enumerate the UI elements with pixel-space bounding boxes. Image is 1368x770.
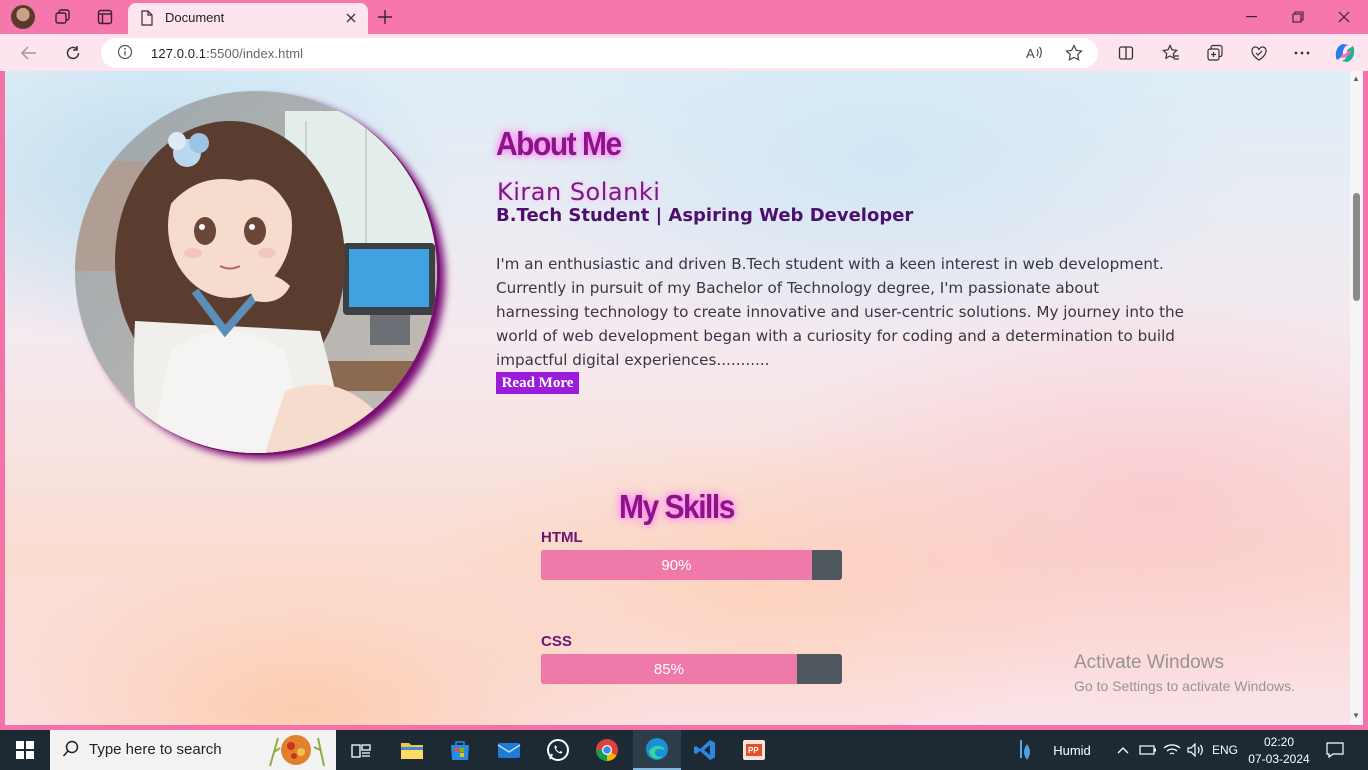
- copilot-icon[interactable]: [1332, 40, 1358, 66]
- vertical-tabs-icon[interactable]: [94, 6, 116, 28]
- whatsapp-icon[interactable]: [539, 730, 577, 770]
- scroll-up-arrow-icon[interactable]: ▲: [1352, 74, 1360, 83]
- read-more-button[interactable]: Read More: [496, 372, 579, 394]
- vscode-icon[interactable]: [686, 730, 724, 770]
- split-screen-icon[interactable]: [1113, 40, 1139, 66]
- clock-date: 07-03-2024: [1248, 751, 1310, 766]
- weather-icon[interactable]: [1014, 730, 1036, 770]
- document-icon: [140, 10, 154, 31]
- edge-taskbar-icon[interactable]: [633, 730, 681, 770]
- skill-label-html: HTML: [541, 529, 583, 546]
- watermark-line-2: Go to Settings to activate Windows.: [1074, 678, 1295, 694]
- refresh-icon[interactable]: [60, 40, 86, 66]
- windows-taskbar: Type here to search PP Humid ENG 02:20 0…: [0, 730, 1368, 770]
- weather-label[interactable]: Humid: [1048, 730, 1096, 770]
- task-view-icon[interactable]: [346, 730, 376, 770]
- activate-windows-watermark: Activate Windows Go to Settings to activ…: [1074, 652, 1295, 694]
- volume-icon[interactable]: [1185, 730, 1207, 770]
- page-scrollbar[interactable]: ▲ ▼: [1350, 71, 1363, 725]
- browser-toolbar: 127.0.0.1:5500/index.html A: [0, 34, 1368, 71]
- clock-time: 02:20: [1263, 734, 1295, 749]
- skill-percent-css: 85%: [653, 660, 684, 678]
- anime-girl-illustration: [75, 91, 437, 453]
- restore-icon[interactable]: [1275, 0, 1321, 34]
- svg-text:A: A: [1026, 46, 1035, 61]
- skill-percent-html: 90%: [661, 556, 692, 574]
- site-info-icon[interactable]: [117, 44, 133, 65]
- address-bar[interactable]: 127.0.0.1:5500/index.html A: [101, 38, 1098, 68]
- microsoft-store-icon[interactable]: [441, 730, 479, 770]
- wifi-icon[interactable]: [1162, 730, 1182, 770]
- tab-title: Document: [165, 10, 225, 25]
- skill-bar-css: 85%: [541, 654, 842, 684]
- active-tab[interactable]: Document: [128, 3, 368, 34]
- clock[interactable]: 02:20 07-03-2024: [1246, 730, 1312, 770]
- profile-avatar-icon[interactable]: [11, 5, 35, 29]
- skill-fill-html: 90%: [541, 550, 812, 580]
- browser-tab-bar: Document: [0, 0, 1368, 34]
- search-placeholder: Type here to search: [89, 741, 222, 758]
- workspaces-icon[interactable]: [52, 6, 74, 28]
- chrome-icon[interactable]: [588, 730, 626, 770]
- skills-title: My Skills: [619, 489, 735, 526]
- browser-essentials-icon[interactable]: [1246, 40, 1272, 66]
- scroll-down-arrow-icon[interactable]: ▼: [1352, 711, 1360, 720]
- bio-paragraph: I'm an enthusiastic and driven B.Tech st…: [496, 255, 1185, 369]
- skill-bar-html: 90%: [541, 550, 842, 580]
- new-tab-button[interactable]: [374, 6, 396, 28]
- close-tab-icon[interactable]: [340, 7, 362, 29]
- search-icon: [62, 740, 80, 763]
- favorites-icon[interactable]: [1158, 40, 1184, 66]
- person-name: Kiran Solanki: [497, 178, 661, 206]
- watermark-line-1: Activate Windows: [1074, 652, 1224, 673]
- windows-logo-icon: [16, 741, 34, 759]
- search-highlight-image-icon: [264, 732, 334, 770]
- language-indicator[interactable]: ENG: [1210, 730, 1240, 770]
- more-options-icon[interactable]: [1289, 40, 1315, 66]
- battery-icon[interactable]: [1138, 730, 1158, 770]
- mail-icon[interactable]: [490, 730, 528, 770]
- collections-icon[interactable]: [1202, 40, 1228, 66]
- notifications-icon[interactable]: [1320, 730, 1350, 770]
- profile-picture: [75, 91, 437, 453]
- start-button[interactable]: [0, 730, 50, 770]
- page-viewport: About Me Kiran Solanki B.Tech Student | …: [5, 71, 1350, 725]
- favorite-star-icon[interactable]: [1063, 42, 1085, 64]
- svg-text:PP: PP: [748, 746, 759, 755]
- url-text: 127.0.0.1:5500/index.html: [151, 46, 304, 61]
- minimize-icon[interactable]: [1229, 0, 1275, 34]
- skill-fill-css: 85%: [541, 654, 797, 684]
- show-hidden-icons-icon[interactable]: [1114, 730, 1132, 770]
- taskbar-search-box[interactable]: Type here to search: [50, 730, 336, 770]
- read-aloud-icon[interactable]: A: [1023, 42, 1045, 64]
- back-icon[interactable]: [16, 40, 42, 66]
- close-window-icon[interactable]: [1321, 0, 1367, 34]
- skill-label-css: CSS: [541, 633, 572, 650]
- person-subtitle: B.Tech Student | Aspiring Web Developer: [496, 205, 914, 226]
- powerpoint-icon[interactable]: PP: [735, 730, 773, 770]
- scroll-thumb[interactable]: [1353, 193, 1360, 301]
- about-title: About Me: [496, 126, 622, 163]
- file-explorer-icon[interactable]: [393, 730, 431, 770]
